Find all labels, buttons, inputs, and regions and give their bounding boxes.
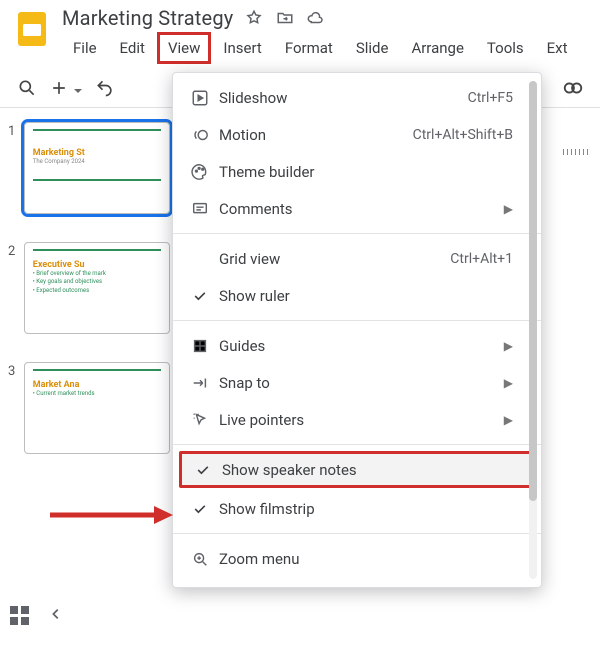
slides-logo[interactable] xyxy=(12,8,52,48)
doc-title[interactable]: Marketing Strategy xyxy=(62,6,233,30)
menu-edit[interactable]: Edit xyxy=(109,32,156,64)
new-slide-button[interactable] xyxy=(48,77,70,99)
play-icon xyxy=(187,89,213,107)
slide-thumb-2[interactable]: 2 Executive Su • Brief overview of the m… xyxy=(8,242,170,334)
dd-show-filmstrip[interactable]: Show filmstrip xyxy=(173,490,541,527)
dd-snap-to[interactable]: Snap to ▶ xyxy=(173,364,541,401)
menu-insert[interactable]: Insert xyxy=(212,32,272,64)
motion-icon xyxy=(187,126,213,144)
guides-icon xyxy=(187,337,213,355)
dd-motion[interactable]: Motion Ctrl+Alt+Shift+B xyxy=(173,116,541,153)
slide-number: 1 xyxy=(8,122,24,214)
toolbar-right-icon[interactable] xyxy=(562,77,584,99)
dd-slideshow[interactable]: Slideshow Ctrl+F5 xyxy=(173,79,541,116)
check-icon xyxy=(190,462,216,478)
check-icon xyxy=(187,288,213,304)
separator xyxy=(173,444,541,445)
menu-arrange[interactable]: Arrange xyxy=(400,32,474,64)
annotation-arrow xyxy=(48,504,173,526)
dd-show-ruler[interactable]: Show ruler xyxy=(173,277,541,314)
menu-view[interactable]: View xyxy=(157,32,211,64)
slide-thumb-1[interactable]: 1 Marketing St The Company 2024 xyxy=(8,122,170,214)
snap-icon xyxy=(187,374,213,392)
pointer-icon xyxy=(187,411,213,429)
zoom-icon xyxy=(187,550,213,568)
slide-number: 2 xyxy=(8,242,24,334)
submenu-arrow-icon: ▶ xyxy=(504,413,527,427)
dd-grid-view[interactable]: Grid view Ctrl+Alt+1 xyxy=(173,240,541,277)
grid-view-button[interactable] xyxy=(10,606,29,625)
filmstrip: 1 Marketing St The Company 2024 2 Execut… xyxy=(0,108,180,633)
search-icon[interactable] xyxy=(16,77,38,99)
slide-thumb-3[interactable]: 3 Market Ana • Current market trends xyxy=(8,362,170,454)
header: Marketing Strategy File Edit View Insert… xyxy=(0,0,600,64)
submenu-arrow-icon: ▶ xyxy=(504,376,527,390)
menubar: File Edit View Insert Format Slide Arran… xyxy=(62,32,579,64)
undo-button[interactable] xyxy=(94,77,116,99)
palette-icon xyxy=(187,163,213,181)
menu-slide[interactable]: Slide xyxy=(345,32,400,64)
check-icon xyxy=(187,501,213,517)
dd-show-speaker-notes[interactable]: Show speaker notes xyxy=(179,451,535,488)
new-slide-caret-icon[interactable] xyxy=(72,82,84,94)
dd-guides[interactable]: Guides ▶ xyxy=(173,327,541,364)
cloud-status-icon[interactable] xyxy=(305,9,323,27)
move-folder-icon[interactable] xyxy=(275,9,293,27)
star-icon[interactable] xyxy=(245,9,263,27)
bottom-controls xyxy=(10,606,63,625)
comments-icon xyxy=(187,200,213,218)
collapse-filmstrip-button[interactable] xyxy=(49,606,63,625)
separator xyxy=(173,320,541,321)
menu-tools[interactable]: Tools xyxy=(476,32,535,64)
ruler[interactable] xyxy=(560,140,600,154)
submenu-arrow-icon: ▶ xyxy=(504,202,527,216)
scrollbar-thumb[interactable] xyxy=(529,81,537,501)
submenu-arrow-icon: ▶ xyxy=(504,339,527,353)
dd-zoom-menu[interactable]: Zoom menu xyxy=(173,540,541,577)
dd-comments[interactable]: Comments ▶ xyxy=(173,190,541,227)
slide-number: 3 xyxy=(8,362,24,454)
dd-theme-builder[interactable]: Theme builder xyxy=(173,153,541,190)
view-dropdown: Slideshow Ctrl+F5 Motion Ctrl+Alt+Shift+… xyxy=(172,72,542,588)
menu-extensions[interactable]: Ext xyxy=(536,32,579,64)
separator xyxy=(173,233,541,234)
separator xyxy=(173,533,541,534)
dd-live-pointers[interactable]: Live pointers ▶ xyxy=(173,401,541,438)
menu-format[interactable]: Format xyxy=(274,32,344,64)
menu-file[interactable]: File xyxy=(62,32,108,64)
